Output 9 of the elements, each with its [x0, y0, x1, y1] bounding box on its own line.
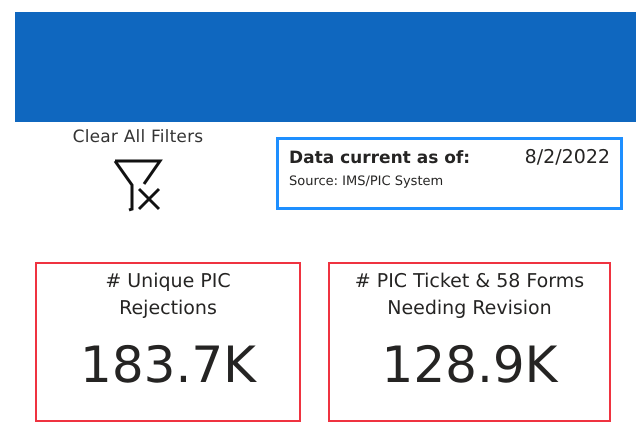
- kpi-value: 183.7K: [80, 336, 256, 394]
- data-date: 8/2/2022: [524, 146, 610, 168]
- source-text: Source: IMS/PIC System: [289, 174, 444, 189]
- kpi-title: # Unique PIC Rejections: [104, 269, 232, 321]
- kpi-title: # PIC Ticket & 58 Forms Needing Revision: [354, 269, 586, 321]
- data-current-label: Data current as of:: [289, 148, 470, 168]
- kpi-value: 128.9K: [382, 336, 558, 394]
- clear-filters-button[interactable]: Clear All Filters: [72, 127, 204, 147]
- clear-filter-icon[interactable]: [112, 157, 164, 213]
